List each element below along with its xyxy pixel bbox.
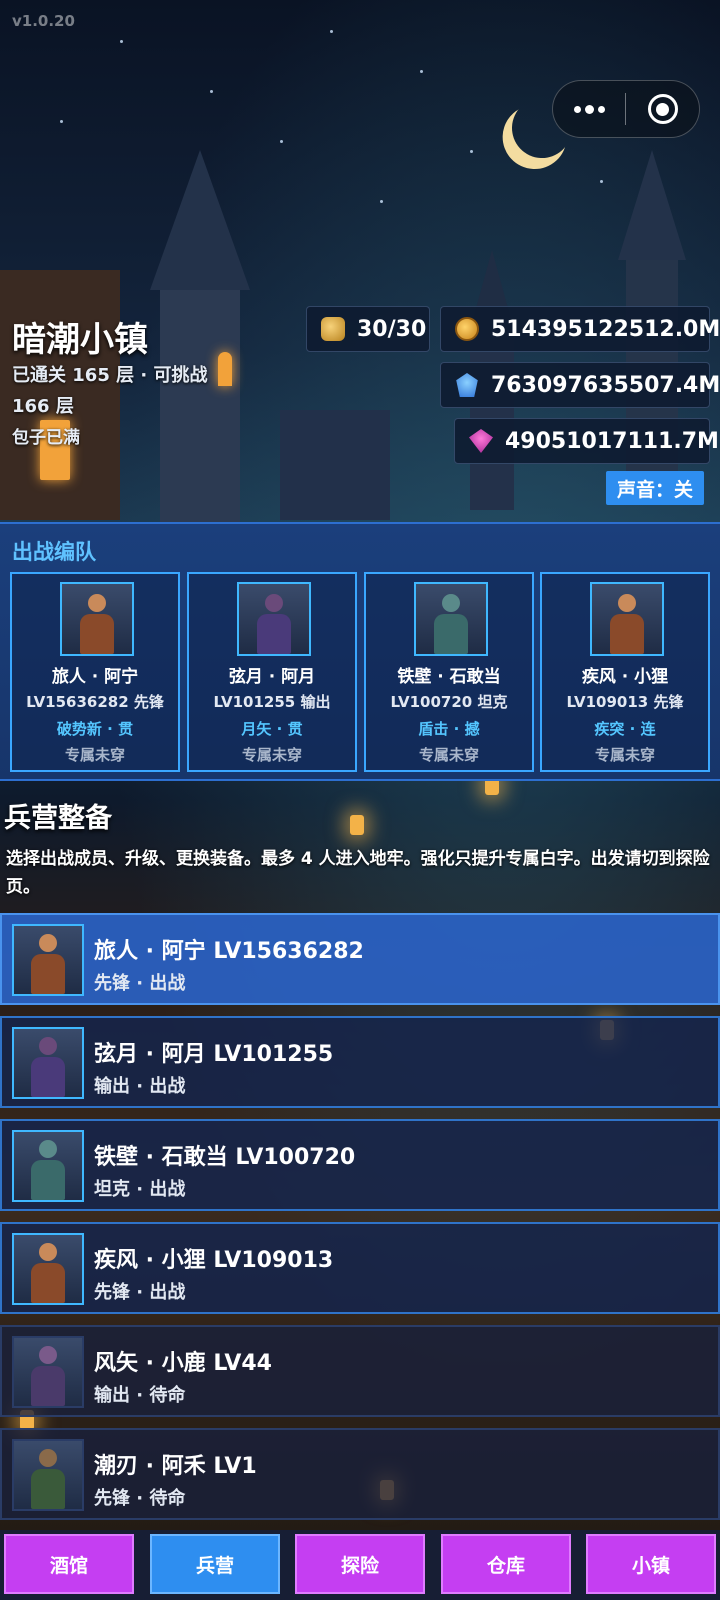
roster-row[interactable]: 旅人 · 阿宁 LV15636282 先锋 · 出战	[0, 913, 720, 1005]
hero-gear-status: 专属未穿	[418, 746, 479, 764]
nav-town[interactable]: 小镇	[586, 1534, 716, 1594]
gem-value: 49051017111.7M	[505, 428, 719, 454]
hero-name: 疾风 · 小狸	[581, 667, 669, 687]
roster-row[interactable]: 疾风 · 小狸 LV109013 先锋 · 出战	[0, 1222, 720, 1314]
hero-portrait	[12, 1027, 84, 1099]
roster-role-status: 先锋 · 出战	[94, 1282, 186, 1303]
hero-portrait	[12, 1233, 84, 1305]
gold-coin-icon	[455, 317, 479, 341]
squad-card[interactable]: 疾风 · 小狸 LV109013 先锋 疾突 · 连 专属未穿	[540, 572, 710, 772]
hero-level-role: LV15636282 先锋	[26, 693, 164, 711]
hero-portrait	[60, 582, 134, 656]
nav-warehouse[interactable]: 仓库	[441, 1534, 571, 1594]
barracks-title: 兵营整备	[4, 803, 112, 834]
hero-gear-status: 专属未穿	[64, 746, 125, 764]
roster-row[interactable]: 潮刃 · 阿禾 LV1 先锋 · 待命	[0, 1428, 720, 1520]
hero-gear-status: 专属未穿	[241, 746, 302, 764]
bag-status: 包子已满	[12, 428, 80, 448]
hero-name: 弦月 · 阿月	[228, 667, 316, 687]
version-label: v1.0.20	[12, 12, 75, 30]
mini-program-capsule	[552, 80, 700, 138]
squad-card[interactable]: 铁壁 · 石敢当 LV100720 坦克 盾击 · 撼 专属未穿	[364, 572, 534, 772]
gold-counter: 514395122512.0M	[440, 306, 720, 352]
hero-skill: 月矢 · 贯	[241, 720, 303, 738]
roster-name-level: 潮刃 · 阿禾 LV1	[94, 1454, 257, 1479]
hero-portrait	[414, 582, 488, 656]
more-dots-icon[interactable]	[553, 81, 625, 137]
roster-role-status: 先锋 · 出战	[94, 973, 186, 994]
hero-portrait	[590, 582, 664, 656]
roster-row[interactable]: 弦月 · 阿月 LV101255 输出 · 出战	[0, 1016, 720, 1108]
gem-counter: 49051017111.7M	[454, 418, 719, 464]
hero-gear-status: 专属未穿	[594, 746, 655, 764]
stamina-value: 30/30	[357, 316, 427, 342]
gold-value: 514395122512.0M	[491, 316, 720, 342]
roster-role-status: 先锋 · 待命	[94, 1488, 186, 1509]
stamina-counter: 30/30	[306, 306, 430, 352]
roster-role-status: 输出 · 待命	[94, 1385, 186, 1406]
hero-portrait	[12, 1336, 84, 1408]
hero-portrait	[12, 1439, 84, 1511]
town-name: 暗潮小镇	[12, 320, 148, 360]
blue-crystal-icon	[456, 373, 478, 397]
hero-portrait	[12, 924, 84, 996]
hero-portrait	[12, 1130, 84, 1202]
squad-card[interactable]: 弦月 · 阿月 LV101255 输出 月矢 · 贯 专属未穿	[187, 572, 357, 772]
barracks-description: 选择出战成员、升级、更换装备。最多 4 人进入地牢。强化只提升专属白字。出发请切…	[6, 849, 710, 897]
sound-toggle-button[interactable]: 声音：关	[606, 471, 704, 505]
nav-barracks[interactable]: 兵营	[150, 1534, 280, 1594]
nav-explore[interactable]: 探险	[295, 1534, 425, 1594]
squad-card[interactable]: 旅人 · 阿宁 LV15636282 先锋 破势新 · 贯 专属未穿	[10, 572, 180, 772]
hero-level-role: LV109013 先锋	[566, 693, 684, 711]
roster-name-level: 旅人 · 阿宁 LV15636282	[94, 939, 364, 964]
bottom-nav: 酒馆 兵营 探险 仓库 小镇	[0, 1530, 720, 1600]
roster-row[interactable]: 铁壁 · 石敢当 LV100720 坦克 · 出战	[0, 1119, 720, 1211]
hero-skill: 盾击 · 撼	[418, 720, 480, 738]
hero-level-role: LV100720 坦克	[390, 693, 508, 711]
roster-name-level: 铁壁 · 石敢当 LV100720	[94, 1145, 356, 1170]
roster-name-level: 弦月 · 阿月 LV101255	[94, 1042, 334, 1067]
roster-role-status: 坦克 · 出战	[94, 1179, 186, 1200]
nav-tavern[interactable]: 酒馆	[4, 1534, 134, 1594]
bread-basket-icon	[321, 317, 345, 341]
hero-name: 旅人 · 阿宁	[51, 667, 139, 687]
hero-level-role: LV101255 输出	[213, 693, 331, 711]
roster-name-level: 疾风 · 小狸 LV109013	[94, 1248, 334, 1273]
crystal-counter: 763097635507.4M	[440, 362, 720, 408]
roster-role-status: 输出 · 出战	[94, 1076, 186, 1097]
crystal-value: 763097635507.4M	[491, 372, 720, 398]
squad-title: 出战编队	[12, 540, 96, 564]
purple-gem-icon	[469, 429, 493, 453]
battle-squad-panel: 出战编队 旅人 · 阿宁 LV15636282 先锋 破势新 · 贯 专属未穿 …	[0, 522, 720, 781]
hero-name: 铁壁 · 石敢当	[397, 667, 501, 687]
hero-skill: 破势新 · 贯	[56, 720, 134, 738]
roster-row[interactable]: 风矢 · 小鹿 LV44 输出 · 待命	[0, 1325, 720, 1417]
floor-progress: 已通关 165 层 · 可挑战 166 层	[12, 365, 208, 417]
roster-name-level: 风矢 · 小鹿 LV44	[94, 1351, 272, 1376]
hero-skill: 疾突 · 连	[594, 720, 656, 738]
target-circle-icon[interactable]	[626, 94, 699, 124]
hero-portrait	[237, 582, 311, 656]
